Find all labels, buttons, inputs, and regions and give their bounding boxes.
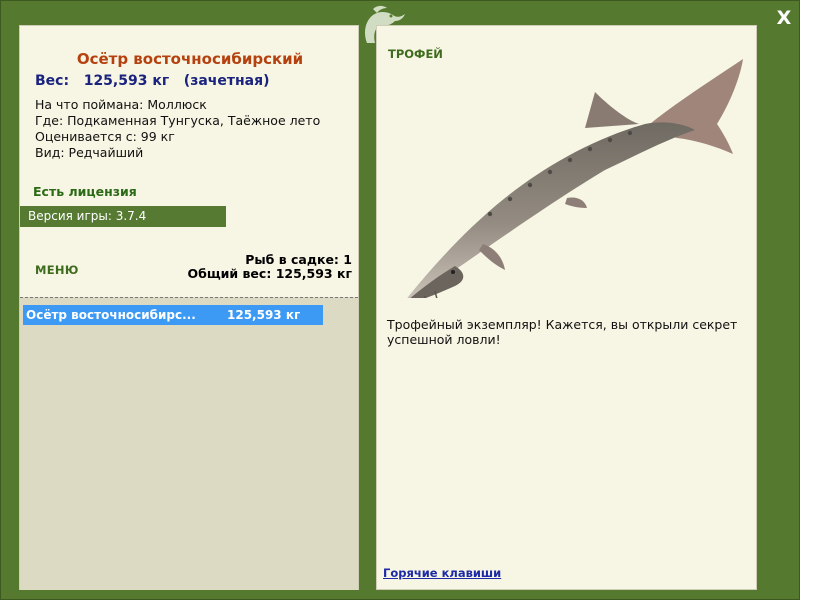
sturgeon-fish-image — [407, 59, 743, 298]
detail-label: Где: — [35, 113, 64, 128]
keepnet-count: Рыб в садке: 1 — [187, 253, 352, 267]
detail-rated-from: Оценивается с: 99 кг — [35, 129, 175, 144]
keepnet-list[interactable]: Осётр восточносибирс... 125,593 кг — [20, 297, 358, 590]
weight-note: (зачетная) — [183, 73, 270, 89]
hotkeys-link[interactable]: Горячие клавиши — [383, 566, 501, 580]
list-item[interactable]: Осётр восточносибирс... 125,593 кг — [23, 305, 323, 325]
trophy-message: Трофейный экземпляр! Кажется, вы открыли… — [387, 317, 738, 347]
close-icon[interactable]: X — [773, 7, 795, 29]
detail-value: 99 кг — [140, 129, 175, 144]
detail-value: Подкаменная Тунгуска, Таёжное лето — [67, 113, 321, 128]
keepnet-count-value: 1 — [343, 252, 352, 267]
weight-label: Вес: — [35, 73, 70, 89]
weight-line: Вес: 125,593 кг (зачетная) — [35, 73, 270, 89]
keepnet-stats: Рыб в садке: 1 Общий вес: 125,593 кг — [187, 253, 352, 281]
list-item-weight: 125,593 кг — [227, 308, 301, 322]
list-item-name: Осётр восточносибирс... — [26, 308, 196, 322]
catch-info-panel: Осётр восточносибирский Вес: 125,593 кг … — [19, 25, 359, 590]
menu-button[interactable]: МЕНЮ — [35, 263, 79, 277]
weight-value: 125,593 кг — [83, 73, 170, 89]
fish-name-title: Осётр восточносибирский — [76, 50, 304, 68]
detail-label: Вид: — [35, 145, 65, 160]
license-status: Есть лицензия — [33, 184, 137, 199]
keepnet-total-label: Общий вес: — [187, 266, 272, 281]
detail-label: На что поймана: — [35, 97, 144, 112]
game-window: X Осётр восточносибирский Вес: 125,593 к… — [0, 0, 800, 600]
detail-value: Моллюск — [147, 97, 207, 112]
detail-location: Где: Подкаменная Тунгуска, Таёжное лето — [35, 113, 320, 128]
game-version-bar: Версия игры: 3.7.4 — [20, 206, 226, 227]
keepnet-total: Общий вес: 125,593 кг — [187, 267, 352, 281]
detail-value: Редчайший — [68, 145, 144, 160]
detail-label: Оценивается с: — [35, 129, 137, 144]
keepnet-count-label: Рыб в садке: — [245, 252, 339, 267]
trophy-panel: ТРОФЕЙ Трофейный экземпляр! Кажется, вы … — [376, 25, 757, 590]
detail-bait: На что поймана: Моллюск — [35, 97, 207, 112]
detail-rarity: Вид: Редчайший — [35, 145, 143, 160]
keepnet-total-value: 125,593 кг — [275, 266, 352, 281]
